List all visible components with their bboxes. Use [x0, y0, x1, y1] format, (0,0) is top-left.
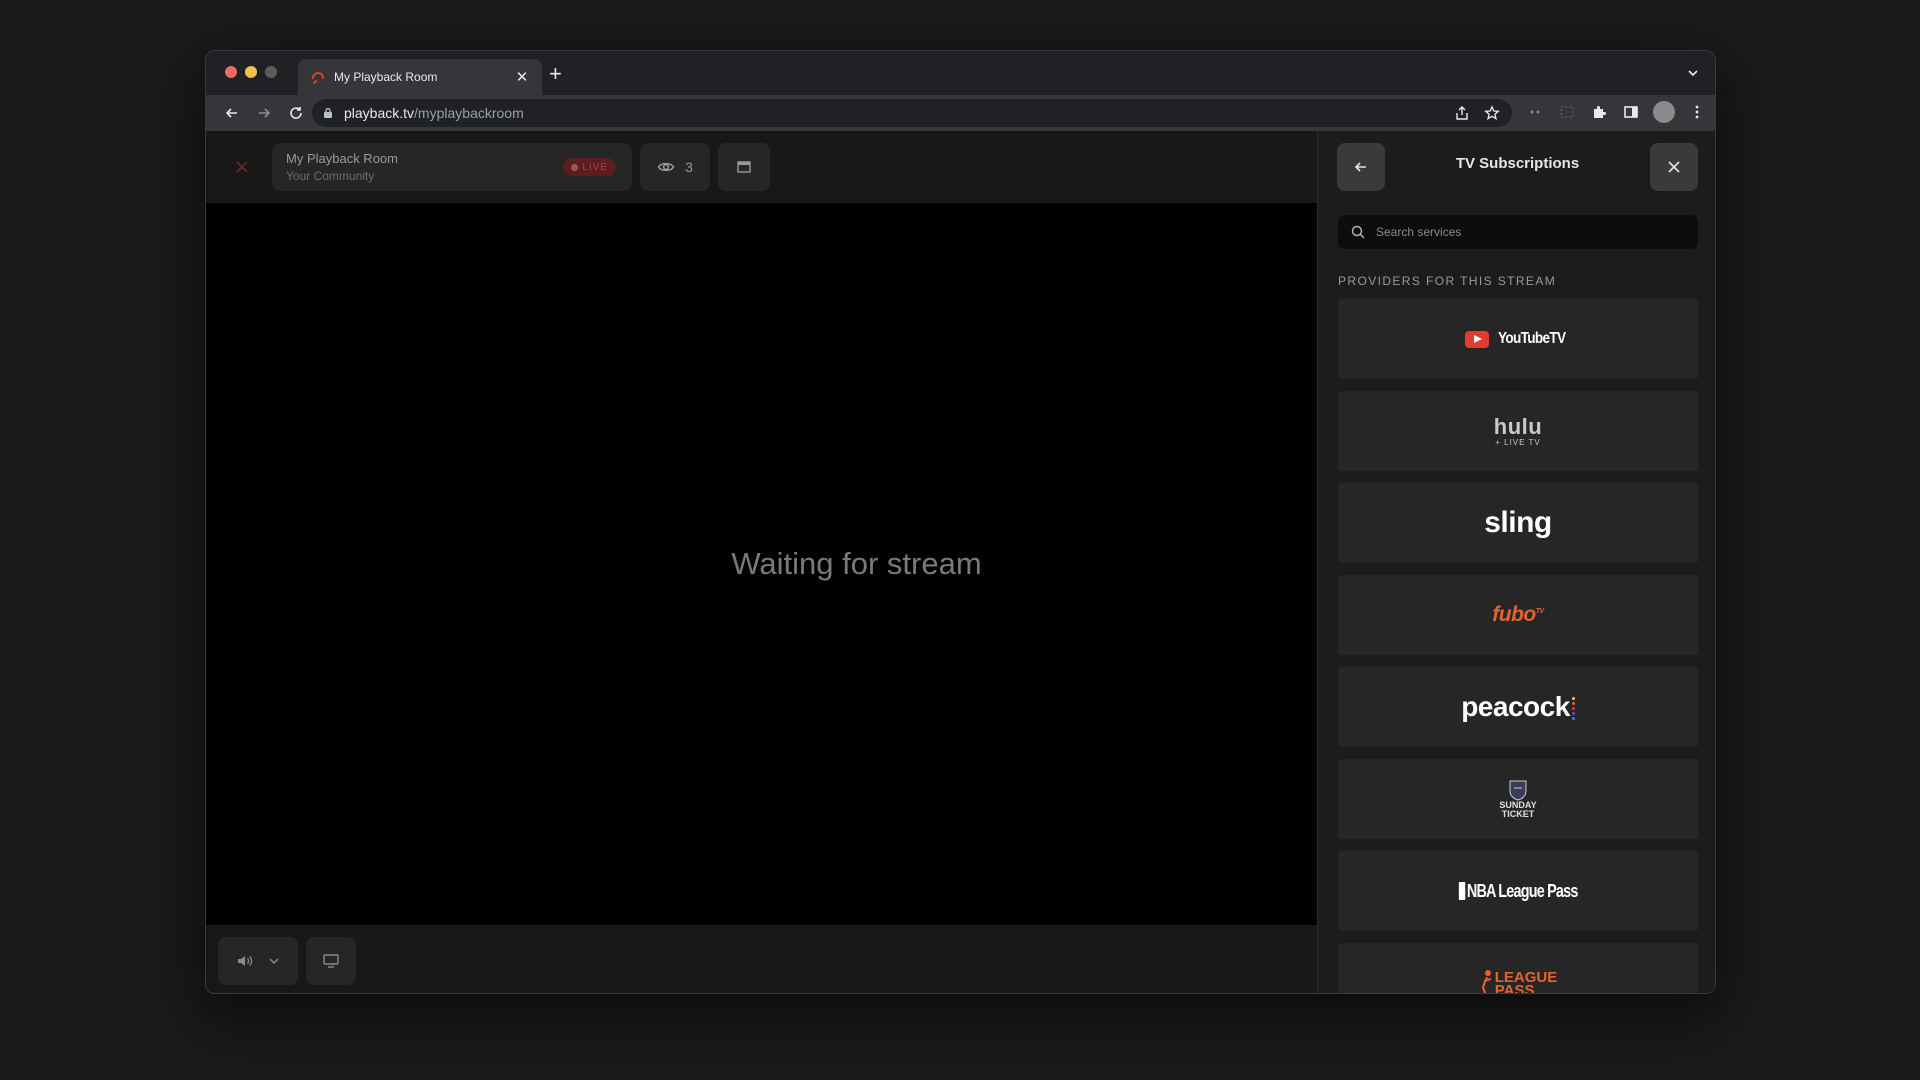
- extension-icon[interactable]: [1525, 102, 1545, 122]
- share-icon[interactable]: [1454, 105, 1470, 121]
- provider-youtubetv[interactable]: YouTubeTV: [1338, 299, 1698, 379]
- provider-hulu[interactable]: hulu + LIVE TV: [1338, 391, 1698, 471]
- search-input[interactable]: [1376, 225, 1676, 239]
- browser-toolbar: playback.tv/myplaybackroom: [206, 95, 1715, 131]
- viewer-count: 3: [685, 159, 693, 175]
- room-info-card[interactable]: My Playback Room Your Community LIVE: [272, 143, 632, 191]
- tab-strip: My Playback Room ✕ +: [206, 51, 1715, 95]
- tab-close-icon[interactable]: ✕: [514, 68, 530, 86]
- profile-avatar[interactable]: [1653, 101, 1675, 123]
- window-icon: [737, 161, 751, 173]
- player-area: My Playback Room Your Community LIVE 3 W…: [206, 131, 1317, 993]
- volume-button[interactable]: [218, 937, 298, 985]
- sidebar-icon[interactable]: [1621, 102, 1641, 122]
- url-host: playback.tv: [344, 105, 415, 121]
- nfl-shield-icon: [1509, 780, 1527, 801]
- provider-wnba-league-pass[interactable]: LEAGUE PASS: [1338, 943, 1698, 993]
- provider-list: YouTubeTV hulu + LIVE TV sling fuboTV pe…: [1338, 299, 1698, 993]
- leave-room-button[interactable]: [226, 151, 258, 183]
- sling-logo: sling: [1484, 506, 1552, 539]
- provider-sunday-ticket[interactable]: SUNDAY TICKET: [1338, 759, 1698, 839]
- reload-icon: [290, 107, 302, 119]
- viewer-count-button[interactable]: 3: [640, 143, 710, 191]
- tab-title: My Playback Room: [334, 70, 438, 84]
- arrow-left-icon: [225, 108, 237, 118]
- provider-peacock[interactable]: peacock: [1338, 667, 1698, 747]
- playback-favicon-icon: [312, 72, 324, 84]
- kebab-menu-icon[interactable]: [1687, 102, 1707, 122]
- player-controls: [206, 925, 1317, 993]
- provider-fubo[interactable]: fuboTV: [1338, 575, 1698, 655]
- fubo-logo: fuboTV: [1492, 603, 1544, 626]
- tv-subscriptions-panel: TV Subscriptions PROVIDERS FOR THIS STRE…: [1317, 131, 1715, 993]
- minimize-window-button[interactable]: [245, 66, 257, 78]
- eye-icon: [657, 162, 675, 172]
- peacock-dots-icon: [1571, 697, 1575, 721]
- youtubetv-logo: YouTubeTV: [1464, 330, 1571, 348]
- nba-league-pass-logo: NBA League Pass: [1458, 881, 1578, 902]
- provider-nba-league-pass[interactable]: NBA League Pass: [1338, 851, 1698, 931]
- window-controls: [225, 66, 277, 78]
- youtube-play-icon: [1464, 330, 1489, 348]
- maximize-window-button[interactable]: [265, 66, 277, 78]
- browser-window: My Playback Room ✕ + playback.tv/myplayb…: [205, 50, 1716, 994]
- sunday-ticket-logo: SUNDAY TICKET: [1499, 779, 1537, 819]
- lock-icon: [324, 107, 332, 118]
- browser-tab[interactable]: My Playback Room ✕: [298, 59, 542, 95]
- video-viewport[interactable]: Waiting for stream: [206, 203, 1317, 925]
- panel-close-button[interactable]: [1650, 143, 1698, 191]
- url-path: /myplaybackroom: [414, 105, 524, 121]
- close-window-button[interactable]: [225, 66, 237, 78]
- volume-icon: [238, 956, 253, 966]
- close-icon: [236, 161, 248, 173]
- live-badge: LIVE: [563, 158, 616, 176]
- wnba-league-pass-logo: LEAGUE PASS: [1479, 969, 1557, 993]
- waiting-message: Waiting for stream: [731, 546, 982, 581]
- live-dot-icon: [571, 163, 579, 171]
- peacock-logo: peacock: [1461, 691, 1575, 723]
- puzzle-icon[interactable]: [1589, 102, 1609, 122]
- arrow-right-icon: [259, 108, 271, 118]
- player-header: My Playback Room Your Community LIVE 3: [206, 131, 1317, 203]
- search-services: [1338, 215, 1698, 249]
- nba-logo-icon: [1458, 882, 1466, 900]
- close-icon: [1668, 161, 1680, 173]
- app-content: My Playback Room Your Community LIVE 3 W…: [206, 131, 1715, 993]
- live-label: LIVE: [582, 161, 608, 173]
- chevron-down-icon: [269, 958, 279, 965]
- wnba-player-icon: [1481, 970, 1492, 993]
- screen-select-button[interactable]: [306, 937, 356, 985]
- screenshot-extension-icon[interactable]: [1557, 102, 1577, 122]
- reload-button[interactable]: [280, 97, 312, 129]
- new-tab-button[interactable]: +: [549, 63, 562, 85]
- provider-sling[interactable]: sling: [1338, 483, 1698, 563]
- address-bar[interactable]: playback.tv/myplaybackroom: [312, 99, 1512, 127]
- screen-icon: [323, 954, 339, 968]
- toolbar-extensions: [1525, 101, 1707, 123]
- forward-button[interactable]: [248, 97, 280, 129]
- tab-search-chevron-icon[interactable]: [1685, 65, 1701, 81]
- back-button[interactable]: [216, 97, 248, 129]
- omnibox-actions: [1454, 105, 1500, 121]
- section-label: PROVIDERS FOR THIS STREAM: [1338, 274, 1557, 288]
- search-icon: [1351, 225, 1365, 239]
- star-icon[interactable]: [1484, 105, 1500, 121]
- hulu-logo: hulu + LIVE TV: [1493, 413, 1543, 447]
- popout-window-button[interactable]: [718, 143, 770, 191]
